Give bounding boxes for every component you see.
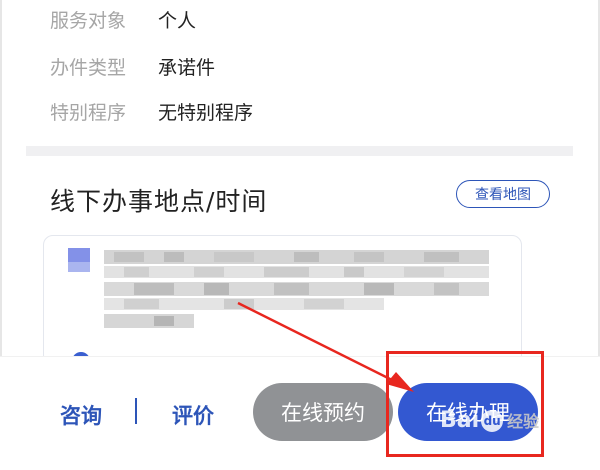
- detail-label: 办件类型: [50, 56, 127, 79]
- detail-row-case-type: 办件类型 承诺件: [50, 51, 215, 81]
- detail-value: 无特别程序: [158, 101, 254, 124]
- section-divider: [26, 146, 573, 156]
- evaluate-link[interactable]: 评价: [172, 400, 214, 430]
- offline-section-title: 线下办事地点/时间: [50, 187, 268, 216]
- detail-row-special-procedure: 特别程序 无特别程序: [50, 96, 253, 126]
- detail-label: 特别程序: [50, 101, 127, 124]
- location-pin-icon: [68, 248, 90, 272]
- blurred-address: [104, 250, 494, 340]
- detail-row-service-target: 服务对象 个人: [50, 4, 196, 34]
- detail-value: 承诺件: [158, 56, 216, 79]
- blurred-address-pixels: [104, 250, 489, 328]
- view-map-button[interactable]: 查看地图: [456, 180, 550, 208]
- location-card[interactable]: [43, 235, 522, 365]
- detail-value: 个人: [158, 9, 197, 32]
- footer-separator: [135, 398, 137, 424]
- online-appointment-button[interactable]: 在线预约: [253, 383, 393, 441]
- consult-link[interactable]: 咨询: [60, 400, 102, 430]
- online-handle-button[interactable]: 在线办理: [398, 383, 538, 441]
- detail-label: 服务对象: [50, 9, 127, 32]
